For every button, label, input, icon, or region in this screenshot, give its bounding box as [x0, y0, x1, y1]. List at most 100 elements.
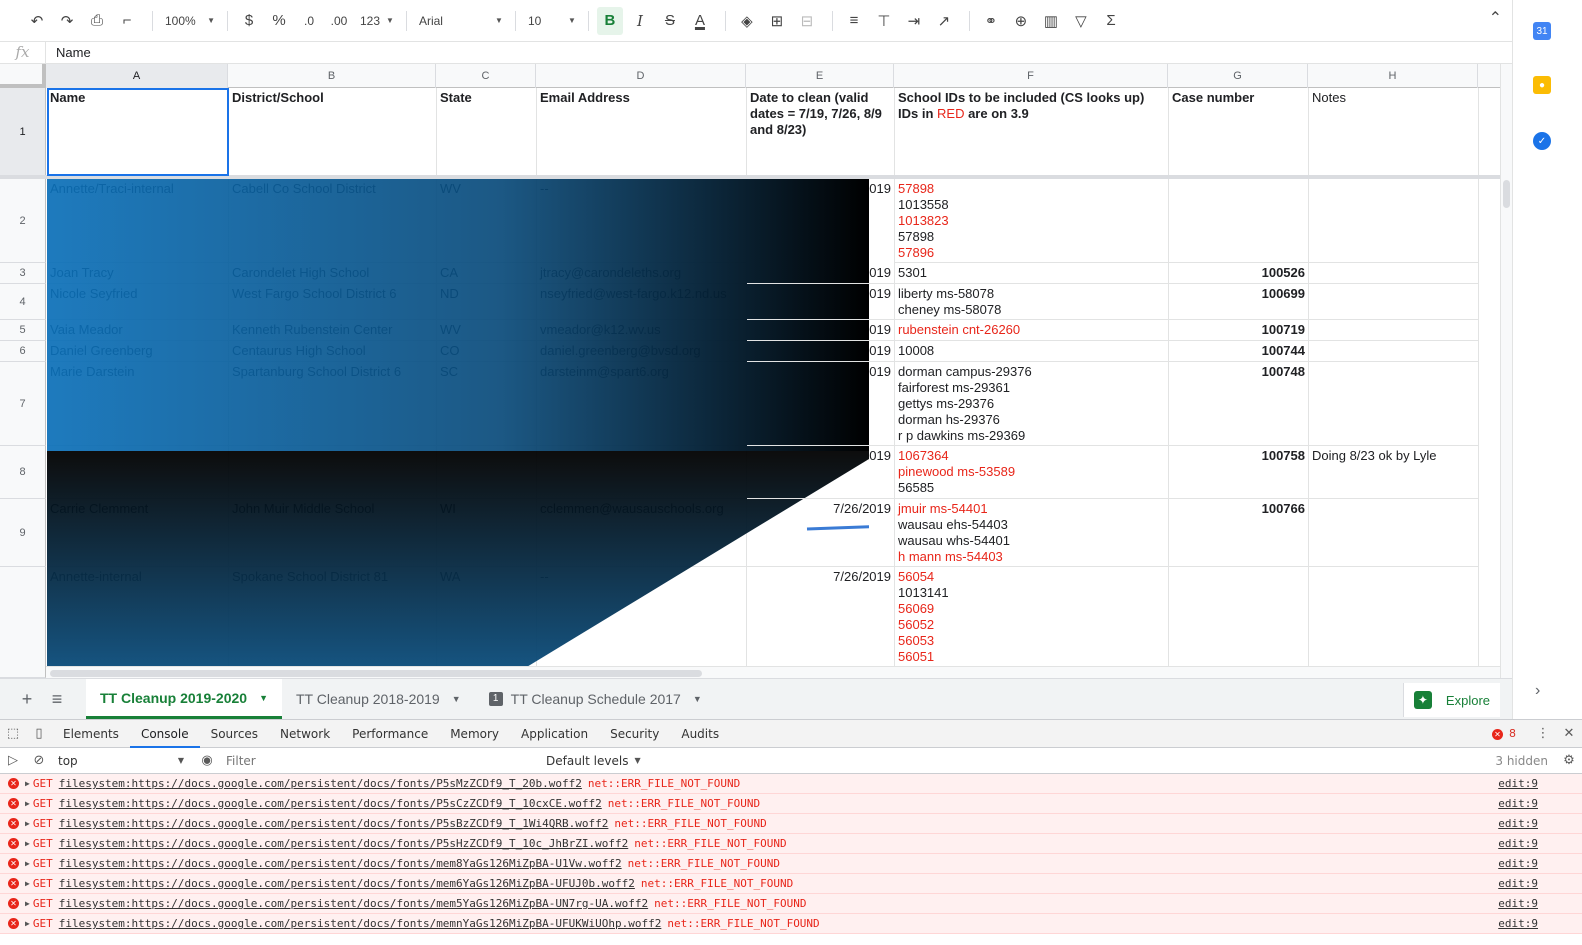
cell-state[interactable]: WV: [437, 320, 537, 341]
expand-triangle-icon[interactable]: ▶: [25, 839, 30, 848]
console-error-row[interactable]: ✕ ▶ GET filesystem:https://docs.google.com/…: [0, 914, 1582, 934]
source-link[interactable]: edit:9: [1498, 837, 1538, 850]
cell-case[interactable]: 100699: [1169, 284, 1309, 320]
all-sheets-button[interactable]: ≡: [42, 684, 72, 714]
cell-name[interactable]: [47, 446, 229, 499]
context-select[interactable]: top ▼: [52, 754, 184, 768]
merge-cells-icon[interactable]: ⊟: [794, 7, 820, 35]
sheet-tab[interactable]: 1 TT Cleanup Schedule 2017 ▼: [475, 679, 716, 719]
vertical-scrollbar[interactable]: [1500, 64, 1512, 678]
header-cell-district[interactable]: District/School: [229, 88, 437, 176]
header-cell-state[interactable]: State: [437, 88, 537, 176]
source-link[interactable]: edit:9: [1498, 817, 1538, 830]
cell-school-ids[interactable]: [895, 341, 1169, 362]
sheet-tab[interactable]: TT Cleanup 2018-2019 ▼: [282, 679, 475, 719]
cell-school-ids[interactable]: [895, 567, 1169, 678]
cell-case[interactable]: 100758: [1169, 446, 1309, 499]
expand-triangle-icon[interactable]: ▶: [25, 799, 30, 808]
cell-case[interactable]: [1169, 179, 1309, 263]
cell-date[interactable]: 019: [747, 341, 895, 362]
spreadsheet-grid[interactable]: A B C D E F G H 1 2 3 4 5 6 7 8 9 Name D…: [0, 64, 1512, 678]
cell-email[interactable]: [537, 446, 747, 499]
cell-email[interactable]: jtracy@carondeleths.org: [537, 263, 747, 284]
console-error-row[interactable]: ✕ ▶ GET filesystem:https://docs.google.com/…: [0, 834, 1582, 854]
cell-notes[interactable]: [1309, 362, 1479, 446]
cell-district[interactable]: [229, 446, 437, 499]
column-header-c[interactable]: C: [436, 64, 536, 88]
cell-district[interactable]: Spartanburg School District 6: [229, 362, 437, 446]
explore-button[interactable]: ✦ Explore: [1402, 683, 1500, 717]
percent-button[interactable]: %: [266, 7, 292, 35]
print-icon[interactable]: ⎙: [84, 7, 110, 35]
functions-button[interactable]: Σ: [1098, 7, 1124, 35]
error-counter[interactable]: ✕ 8: [1492, 727, 1516, 740]
cell-date[interactable]: 019: [747, 284, 895, 320]
devtools-tab[interactable]: Sources: [200, 720, 269, 748]
request-url-link[interactable]: filesystem:https://docs.google.com/persi…: [59, 837, 629, 850]
column-header-d[interactable]: D: [536, 64, 746, 88]
horizontal-scrollbar[interactable]: [46, 666, 1500, 678]
cell-name[interactable]: Joan Tracy: [47, 263, 229, 284]
cell-district[interactable]: Carondelet High School: [229, 263, 437, 284]
keep-icon[interactable]: ●: [1533, 76, 1551, 94]
cell-state[interactable]: SC: [437, 362, 537, 446]
header-cell-name[interactable]: Name: [47, 88, 229, 176]
header-cell-date[interactable]: Date to clean (valid dates = 7/19, 7/26,…: [747, 88, 895, 176]
request-url-link[interactable]: filesystem:https://docs.google.com/persi…: [59, 897, 648, 910]
text-wrap-icon[interactable]: ⇥: [901, 7, 927, 35]
request-url-link[interactable]: filesystem:https://docs.google.com/persi…: [59, 917, 662, 930]
row-header[interactable]: 7: [0, 362, 46, 446]
devtools-tab[interactable]: Performance: [341, 720, 439, 748]
cell-notes[interactable]: [1309, 179, 1479, 263]
console-error-row[interactable]: ✕ ▶ GET filesystem:https://docs.google.com/…: [0, 854, 1582, 874]
cell-state[interactable]: WV: [437, 179, 537, 263]
row-header[interactable]: 4: [0, 284, 46, 320]
cell-case[interactable]: 100719: [1169, 320, 1309, 341]
eye-icon[interactable]: ◉: [194, 747, 220, 775]
column-header-a[interactable]: A: [46, 64, 228, 88]
currency-button[interactable]: $: [236, 7, 262, 35]
row-header[interactable]: 6: [0, 341, 46, 362]
text-rotation-icon[interactable]: ↗: [931, 7, 957, 35]
cell-state[interactable]: CO: [437, 341, 537, 362]
sidebar-toggle-icon[interactable]: ▷: [0, 747, 26, 775]
select-all-corner[interactable]: [0, 64, 46, 88]
row-header[interactable]: [0, 567, 46, 678]
cell-date[interactable]: 019: [747, 362, 895, 446]
cell-date[interactable]: 7/26/2019: [747, 499, 895, 567]
cell-state[interactable]: CA: [437, 263, 537, 284]
paint-format-icon[interactable]: ⌐: [114, 7, 140, 35]
source-link[interactable]: edit:9: [1498, 917, 1538, 930]
cell-email[interactable]: daniel.greenberg@bvsd.org: [537, 341, 747, 362]
expand-triangle-icon[interactable]: ▶: [25, 779, 30, 788]
cell-date[interactable]: 019: [747, 179, 895, 263]
console-error-row[interactable]: ✕ ▶ GET filesystem:https://docs.google.com/…: [0, 874, 1582, 894]
sheet-tab[interactable]: TT Cleanup 2019-2020 ▼: [86, 679, 282, 719]
console-error-row[interactable]: ✕ ▶ GET filesystem:https://docs.google.com/…: [0, 894, 1582, 914]
cell-case[interactable]: 100526: [1169, 263, 1309, 284]
row-header[interactable]: 8: [0, 446, 46, 499]
cell-state[interactable]: WA: [437, 567, 537, 678]
font-family-select[interactable]: Arial ▼: [415, 7, 507, 35]
font-size-select[interactable]: 10 ▼: [524, 7, 580, 35]
cell-email[interactable]: --: [537, 567, 747, 678]
decrease-decimal-button[interactable]: .0: [296, 7, 322, 35]
devtools-tab[interactable]: Memory: [439, 720, 510, 748]
row-header[interactable]: 9: [0, 499, 46, 567]
row-header[interactable]: 1: [0, 88, 46, 176]
filter-icon[interactable]: ▽: [1068, 7, 1094, 35]
source-link[interactable]: edit:9: [1498, 777, 1538, 790]
increase-decimal-button[interactable]: .00: [326, 7, 352, 35]
cell-district[interactable]: West Fargo School District 6: [229, 284, 437, 320]
inspect-element-icon[interactable]: ⬚: [0, 720, 26, 748]
cell-notes[interactable]: [1309, 499, 1479, 567]
cell-district[interactable]: Spokane School District 81: [229, 567, 437, 678]
cell-name[interactable]: Carrie Clemment: [47, 499, 229, 567]
device-toolbar-icon[interactable]: ▯: [26, 720, 52, 748]
italic-button[interactable]: I: [627, 7, 653, 35]
chevron-down-icon[interactable]: ▼: [452, 694, 461, 704]
text-color-button[interactable]: A: [687, 7, 713, 35]
cell-district[interactable]: John Muir Middle School: [229, 499, 437, 567]
cell-email[interactable]: darsteinm@spart6.org: [537, 362, 747, 446]
strikethrough-button[interactable]: S: [657, 7, 683, 35]
